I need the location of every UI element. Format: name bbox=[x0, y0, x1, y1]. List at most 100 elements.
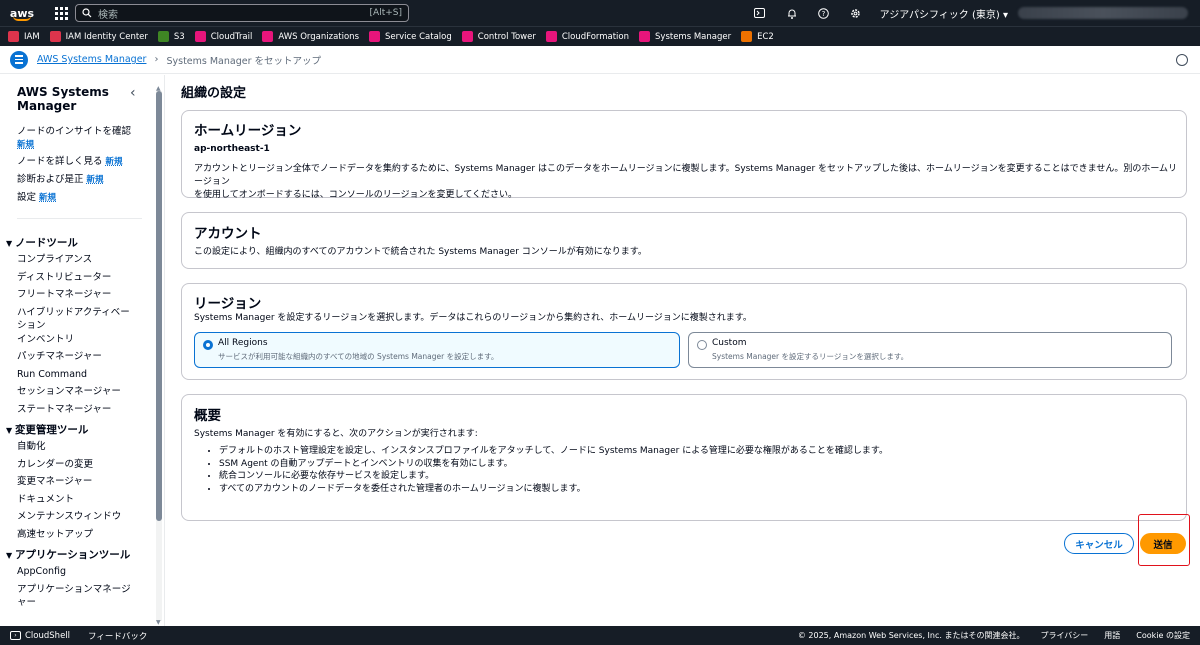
search-input[interactable]: 検索 [Alt+S] bbox=[75, 4, 409, 22]
sidebar-item[interactable]: セッションマネージャー bbox=[17, 385, 137, 398]
cloudshell-icon[interactable] bbox=[744, 0, 776, 26]
services-grid-icon[interactable] bbox=[48, 0, 74, 26]
sidebar-scrollbar[interactable]: ▲ ▼ bbox=[155, 85, 163, 626]
home-region-card: ホームリージョン ap-northeast-1 アカウントとリージョン全体でノー… bbox=[181, 110, 1187, 200]
favorite-ec2[interactable]: EC2 bbox=[741, 31, 774, 42]
gear-icon[interactable] bbox=[840, 0, 872, 26]
cloudshell-button[interactable]: › CloudShell bbox=[10, 631, 70, 641]
summary-heading: 概要 bbox=[194, 408, 221, 424]
radio-label: Custom bbox=[712, 338, 747, 348]
region-heading: リージョン bbox=[194, 296, 262, 312]
sidebar-item[interactable]: メンテナンスウィンドウ bbox=[17, 510, 137, 523]
service-icon bbox=[369, 31, 380, 42]
favorite-label: CloudTrail bbox=[210, 31, 253, 42]
sidebar-item[interactable]: フリートマネージャー bbox=[17, 288, 137, 301]
home-region-value: ap-northeast-1 bbox=[194, 144, 270, 154]
search-shortcut: [Alt+S] bbox=[369, 8, 402, 18]
feedback-link[interactable]: フィードバック bbox=[88, 630, 147, 642]
new-badge: 新規 bbox=[17, 140, 35, 150]
favorite-control-tower[interactable]: Control Tower bbox=[461, 31, 536, 42]
favorite-label: Systems Manager bbox=[655, 31, 732, 42]
favorite-s3[interactable]: S3 bbox=[157, 31, 185, 42]
privacy-link[interactable]: プライバシー bbox=[1040, 630, 1088, 641]
favorite-cloudtrail[interactable]: CloudTrail bbox=[194, 31, 253, 42]
sidebar-item-node-insights[interactable]: ノードのインサイトを確認 新規 bbox=[17, 125, 137, 152]
favorite-service-catalog[interactable]: Service Catalog bbox=[369, 31, 452, 42]
region-selector[interactable]: アジアパシフィック (東京) ▾ bbox=[872, 6, 1018, 21]
svg-text:?: ? bbox=[822, 10, 826, 18]
preferences-icon[interactable] bbox=[1176, 54, 1188, 66]
sidebar-item[interactable]: ハイブリッドアクティベーション bbox=[17, 306, 137, 332]
top-navigation-bar: aws 検索 [Alt+S] ? アジアパシフィック (東京) ▾ bbox=[0, 0, 1200, 26]
cancel-button[interactable]: キャンセル bbox=[1064, 533, 1134, 554]
radio-desc: サービスが利用可能な組織内のすべての地域の Systems Manager を設… bbox=[218, 352, 499, 361]
list-item: 統合コンソールに必要な依存サービスを設定します。 bbox=[219, 470, 888, 483]
aws-logo[interactable]: aws bbox=[4, 0, 40, 26]
favorite-systems-manager[interactable]: Systems Manager bbox=[639, 31, 731, 42]
sidebar-section-header[interactable]: ▼ 変更管理ツール bbox=[6, 422, 88, 437]
sidebar-item[interactable]: パッチマネージャー bbox=[17, 350, 137, 363]
sidebar-section-header[interactable]: ▼ アプリケーションツール bbox=[6, 547, 130, 562]
sidebar: AWS Systems Manager ‹ ノードのインサイトを確認 新規 ノー… bbox=[0, 75, 165, 626]
favorite-iam[interactable]: IAM bbox=[8, 31, 40, 42]
region-card: リージョン Systems Manager を設定するリージョンを選択します。デ… bbox=[181, 283, 1187, 380]
sidebar-item[interactable]: アプリケーションマネージャー bbox=[17, 583, 137, 609]
radio-all-regions[interactable]: All Regions サービスが利用可能な組織内のすべての地域の System… bbox=[194, 332, 680, 368]
sidebar-item[interactable]: ステートマネージャー bbox=[17, 403, 137, 416]
sidebar-item-explore-nodes[interactable]: ノードを詳しく見る 新規 bbox=[17, 155, 137, 169]
sidebar-item-diagnose[interactable]: 診断および是正 新規 bbox=[17, 173, 137, 187]
copyright-text: © 2025, Amazon Web Services, Inc. またはその関… bbox=[797, 631, 1025, 640]
search-placeholder: 検索 bbox=[98, 9, 118, 21]
sidebar-item[interactable]: カレンダーの変更 bbox=[17, 458, 137, 471]
bell-icon[interactable] bbox=[776, 0, 808, 26]
sidebar-item[interactable]: インベントリ bbox=[17, 333, 137, 346]
favorite-cloudformation[interactable]: CloudFormation bbox=[545, 31, 629, 42]
favorites-bar: IAM IAM Identity Center S3 CloudTrail AWS Or… bbox=[0, 26, 1200, 46]
favorite-aws-organizations[interactable]: AWS Organizations bbox=[262, 31, 359, 42]
caret-down-icon: ▼ bbox=[6, 426, 15, 435]
sidebar-item[interactable]: ディストリビューター bbox=[17, 271, 137, 284]
service-icon bbox=[157, 31, 169, 42]
service-icon bbox=[49, 31, 61, 42]
help-icon[interactable]: ? bbox=[808, 0, 840, 26]
service-icon bbox=[461, 31, 473, 42]
radio-custom[interactable]: Custom Systems Manager を設定するリージョンを選択します。 bbox=[688, 332, 1172, 368]
sidebar-item[interactable]: 自動化 bbox=[17, 440, 137, 453]
sidebar-item[interactable]: ドキュメント bbox=[17, 493, 137, 506]
service-icon bbox=[545, 31, 557, 42]
sidebar-item[interactable]: AppConfig bbox=[17, 565, 137, 578]
sidebar-item[interactable]: 高速セットアップ bbox=[17, 528, 137, 541]
favorite-iam-identity-center[interactable]: IAM Identity Center bbox=[49, 31, 148, 42]
sidebar-section-header[interactable]: ▼ ノードツール bbox=[6, 235, 78, 250]
menu-icon[interactable] bbox=[10, 50, 28, 69]
caret-down-icon: ▼ bbox=[6, 239, 15, 248]
account-menu[interactable] bbox=[1018, 7, 1188, 19]
account-desc: この設定により、組織内のすべてのアカウントで統合された Systems Mana… bbox=[194, 247, 647, 257]
radio-selected-icon bbox=[203, 340, 213, 350]
radio-desc: Systems Manager を設定するリージョンを選択します。 bbox=[712, 352, 909, 361]
home-region-desc: アカウントとリージョン全体でノードデータを集約するために、Systems Man… bbox=[194, 164, 1178, 200]
new-badge: 新規 bbox=[86, 175, 104, 185]
new-badge: 新規 bbox=[105, 157, 123, 167]
new-badge: 新規 bbox=[39, 193, 57, 203]
collapse-icon[interactable]: ‹ bbox=[130, 85, 136, 101]
sidebar-item[interactable]: コンプライアンス bbox=[17, 253, 137, 266]
favorite-label: IAM Identity Center bbox=[65, 31, 148, 42]
caret-down-icon: ▼ bbox=[6, 551, 15, 560]
sidebar-item-settings[interactable]: 設定 新規 bbox=[17, 191, 137, 205]
chevron-right-icon: › bbox=[154, 54, 159, 65]
terms-link[interactable]: 用語 bbox=[1104, 630, 1120, 641]
service-icon bbox=[8, 31, 19, 42]
list-item: SSM Agent の自動アップデートとインベントリの収集を有効にします。 bbox=[219, 458, 888, 471]
favorite-label: Control Tower bbox=[477, 31, 536, 42]
highlight-box bbox=[1138, 514, 1190, 566]
sidebar-divider bbox=[17, 218, 142, 219]
cookie-settings-link[interactable]: Cookie の設定 bbox=[1136, 630, 1190, 641]
summary-card: 概要 Systems Manager を有効にすると、次のアクションが実行されま… bbox=[181, 394, 1187, 521]
sidebar-item[interactable]: Run Command bbox=[17, 368, 137, 381]
breadcrumb-current: Systems Manager をセットアップ bbox=[166, 55, 322, 67]
sidebar-item[interactable]: 変更マネージャー bbox=[17, 475, 137, 488]
service-icon bbox=[741, 31, 753, 42]
favorite-label: S3 bbox=[173, 31, 185, 42]
breadcrumb-link[interactable]: AWS Systems Manager bbox=[37, 54, 146, 65]
